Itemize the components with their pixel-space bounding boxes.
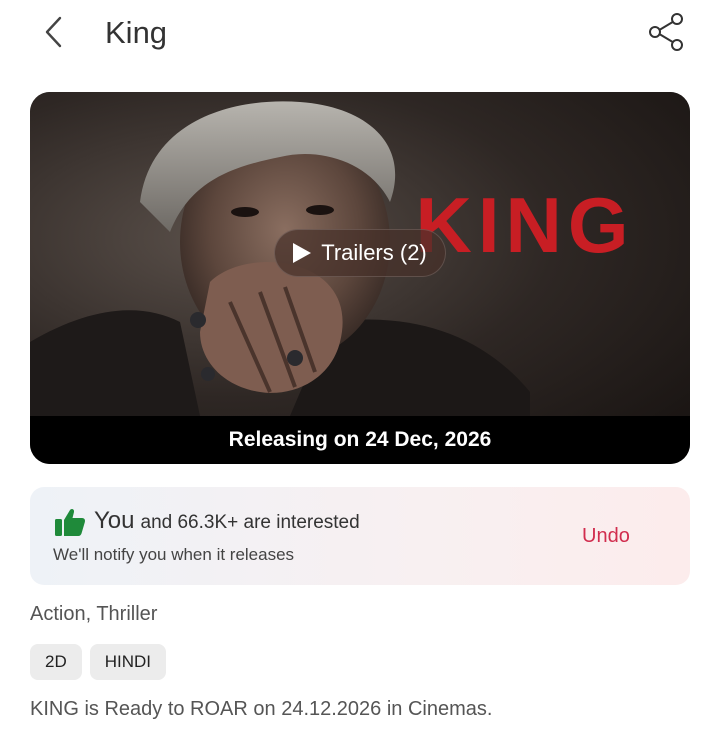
share-icon bbox=[649, 13, 683, 51]
interest-card: You and 66.3K+ are interested We'll noti… bbox=[30, 487, 690, 585]
movie-description: KING is Ready to ROAR on 24.12.2026 in C… bbox=[30, 698, 493, 720]
movie-hero-card[interactable]: KING Trailers (2) Releasing on 24 Dec, 2… bbox=[30, 92, 690, 464]
genre-list: Action, Thriller bbox=[30, 603, 158, 625]
app-header: King bbox=[0, 0, 720, 68]
release-date-bar: Releasing on 24 Dec, 2026 bbox=[30, 416, 690, 464]
trailers-button[interactable]: Trailers (2) bbox=[274, 229, 446, 277]
format-language-tags: 2D HINDI bbox=[30, 644, 167, 680]
undo-button[interactable]: Undo bbox=[582, 525, 630, 548]
format-tag: 2D bbox=[30, 644, 82, 680]
trailers-label: Trailers (2) bbox=[321, 240, 427, 265]
share-button[interactable] bbox=[646, 12, 686, 52]
interested-count-text: and 66.3K+ are interested bbox=[140, 512, 360, 533]
language-tag: HINDI bbox=[89, 644, 167, 680]
thumbs-up-icon bbox=[55, 508, 86, 536]
notify-text: We'll notify you when it releases bbox=[53, 545, 295, 564]
play-icon bbox=[293, 243, 312, 263]
interest-summary: You and 66.3K+ are interested bbox=[94, 507, 360, 535]
chevron-left-icon bbox=[45, 16, 62, 48]
back-button[interactable] bbox=[36, 14, 72, 50]
you-label: You bbox=[94, 507, 135, 534]
poster-title-text: KING bbox=[416, 181, 635, 269]
release-date-text: Releasing on 24 Dec, 2026 bbox=[228, 428, 492, 451]
page-title: King bbox=[105, 15, 168, 50]
